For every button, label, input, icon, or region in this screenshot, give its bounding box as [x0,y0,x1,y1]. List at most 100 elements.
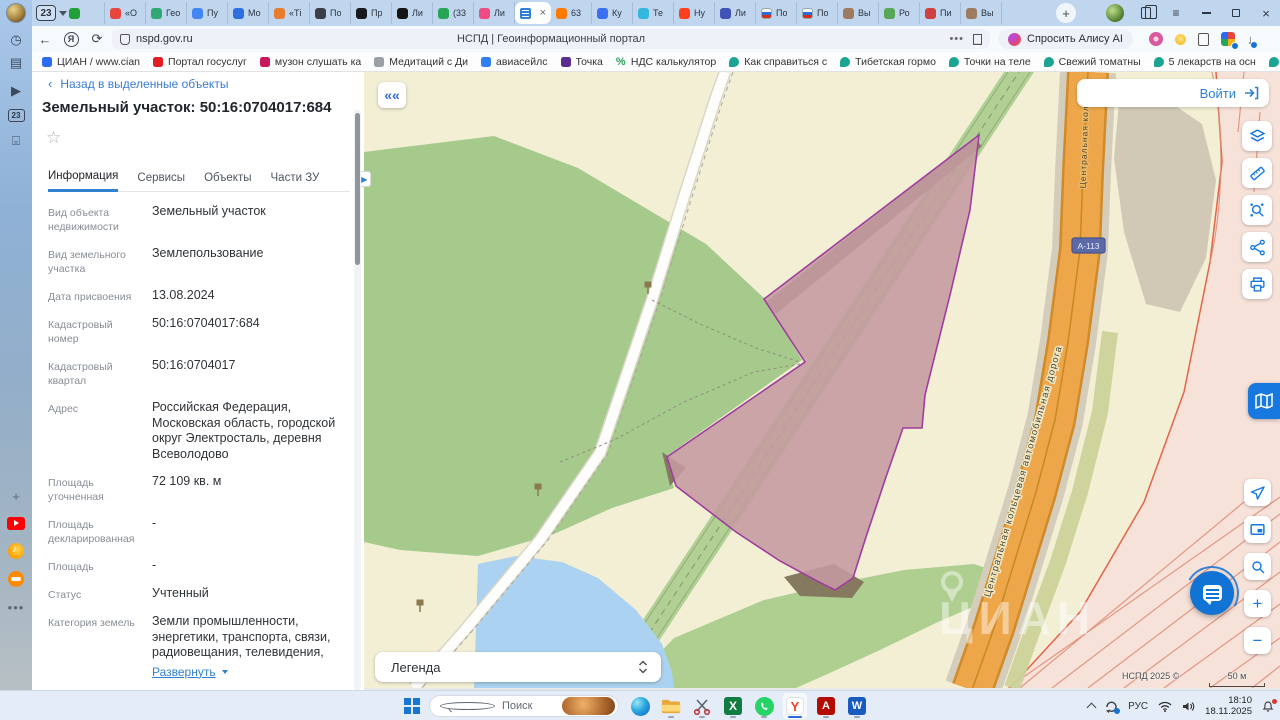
volume-icon[interactable] [1182,701,1195,712]
address-bar[interactable]: nspd.gov.ru НСПД | Геоинформационный пор… [112,29,990,49]
profile-avatar[interactable] [1106,4,1124,22]
browser-tab[interactable]: Ку [592,2,633,24]
extension-clipboard-icon[interactable] [1198,33,1209,46]
start-button[interactable] [404,698,420,714]
bookmark-item[interactable]: Тибетская гормо [840,56,936,68]
bookmark-flag-icon[interactable] [973,34,982,45]
whatsapp-taskbar-icon[interactable] [752,693,776,719]
close-button[interactable]: × [1252,0,1280,26]
downloads-icon[interactable]: ↓ [1247,32,1254,47]
reload-button[interactable]: ⟳ [84,31,110,47]
browser-tab[interactable]: Ну [674,2,715,24]
explorer-taskbar-icon[interactable] [659,693,683,719]
restore-button[interactable] [1222,0,1250,26]
extension-flower-icon[interactable] [1149,32,1163,46]
rail-tab-counter[interactable]: 23 [0,104,32,126]
browser-tab-active[interactable]: × [515,2,551,24]
login-bar[interactable]: Войти [1077,79,1269,107]
panel-scrollbar[interactable] [354,110,361,690]
browser-tab[interactable]: Те [633,2,674,24]
ask-alice-button[interactable]: Спросить Алису AI [998,29,1133,49]
panel-tab-Информация[interactable]: Информация [48,170,118,192]
screenshot-camera-icon[interactable]: ⌻ [0,130,32,152]
bookmark-item[interactable]: %НДС калькулятор [616,56,716,68]
browser-tab[interactable]: По [756,2,797,24]
menu-icon[interactable]: ≡ [1162,0,1190,26]
bookmark-item[interactable]: Как справиться с [729,56,827,68]
map-canvas[interactable]: Центральная кольцевая автомобильная доро… [364,72,1280,690]
extension-grid-icon[interactable] [1221,32,1235,46]
area-search-button[interactable] [1242,195,1272,225]
locate-button[interactable] [1244,479,1271,506]
favorite-star-icon[interactable]: ☆ [46,128,61,148]
yandex-food-icon[interactable] [0,568,32,590]
panel-tab-Части ЗУ[interactable]: Части ЗУ [271,172,320,191]
more-icon[interactable]: ••• [949,33,964,45]
bookmark-item[interactable]: Портал госуслуг [153,56,247,68]
minimap-button[interactable] [1244,516,1271,543]
play-circle-icon[interactable]: ▶ [0,80,32,102]
expand-link[interactable]: Развернуть [152,665,228,681]
clock[interactable]: 18:1018.11.2025 [1205,695,1252,717]
new-tab-button[interactable]: + [1056,3,1076,23]
bookmark-item[interactable]: 5 лекарств на осн [1154,56,1256,68]
rail-more-icon[interactable]: ••• [0,596,32,618]
taskbar-search[interactable]: Поиск [429,695,619,717]
notification-icon[interactable] [1262,700,1274,713]
yandex-music-icon[interactable] [0,540,32,562]
browser-tab[interactable]: Мо [228,2,269,24]
language-indicator[interactable]: РУС [1128,701,1148,712]
browser-tab[interactable]: Ли [392,2,433,24]
site-security-icon[interactable] [120,34,130,45]
bookmark-item[interactable]: Точечный [1269,56,1280,68]
zoom-search-button[interactable] [1244,553,1271,580]
panel-collapse-button[interactable]: «« [378,82,406,108]
bookmark-item[interactable]: ЦИАН / www.cian [42,56,140,68]
back-to-selected-link[interactable]: ‹ Назад в выделенные объекты [48,76,228,91]
map-assistant-button[interactable] [1248,383,1280,419]
browser-tab[interactable]: (33 [433,2,474,24]
word-taskbar-icon[interactable]: W [845,693,869,719]
panel-tab-Сервисы[interactable]: Сервисы [137,172,185,191]
browser-tab[interactable]: Ро [879,2,920,24]
browser-avatar[interactable] [0,2,32,24]
ruler-button[interactable] [1242,158,1272,188]
yandex-search-icon[interactable]: Я [58,32,84,47]
browser-tab[interactable]: «Ті [269,2,310,24]
browser-tab[interactable]: Ли [715,2,756,24]
history-icon[interactable]: ◷ [0,29,32,51]
wifi-icon[interactable] [1158,701,1172,712]
browser-tab[interactable]: Гео [146,2,187,24]
bookmark-item[interactable]: музон слушать ка [260,56,361,68]
layers-button[interactable] [1242,121,1272,151]
browser-tab[interactable]: По [310,2,351,24]
bookmark-item[interactable]: Точки на теле [949,56,1031,68]
browser-tab[interactable]: Пи [920,2,961,24]
bookmark-item[interactable]: авиасейлс [481,56,547,68]
yandex-taskbar-icon[interactable]: Y [783,693,807,719]
sidebar-panels-icon[interactable]: ▤ [0,52,32,74]
browser-tab[interactable]: Пр [351,2,392,24]
excel-taskbar-icon[interactable]: X [721,693,745,719]
snip-taskbar-icon[interactable] [690,693,714,719]
share-button[interactable] [1242,232,1272,262]
browser-tab[interactable]: По [797,2,838,24]
browser-tab[interactable]: 63 [551,2,592,24]
browser-tab[interactable]: Вы [838,2,879,24]
chat-assistant-fab[interactable] [1190,571,1234,615]
browser-tab[interactable]: Ли [474,2,515,24]
browser-tab[interactable]: Пу [187,2,228,24]
tab-close-icon[interactable]: × [540,8,546,19]
tab-counter[interactable]: 23 [36,3,67,23]
scrollbar-thumb[interactable] [355,113,360,265]
browser-tab[interactable]: Вы [961,2,1002,24]
edge-taskbar-icon[interactable] [628,693,652,719]
legend-dropdown[interactable]: Легенда [375,652,661,682]
zoom-out-button[interactable]: − [1244,627,1271,654]
print-button[interactable] [1242,269,1272,299]
browser-tab[interactable] [64,2,105,24]
youtube-icon[interactable] [0,512,32,534]
zoom-in-button[interactable]: + [1244,590,1271,617]
bookmark-item[interactable]: Точка [561,56,603,68]
rail-add-icon[interactable]: + [0,485,32,507]
